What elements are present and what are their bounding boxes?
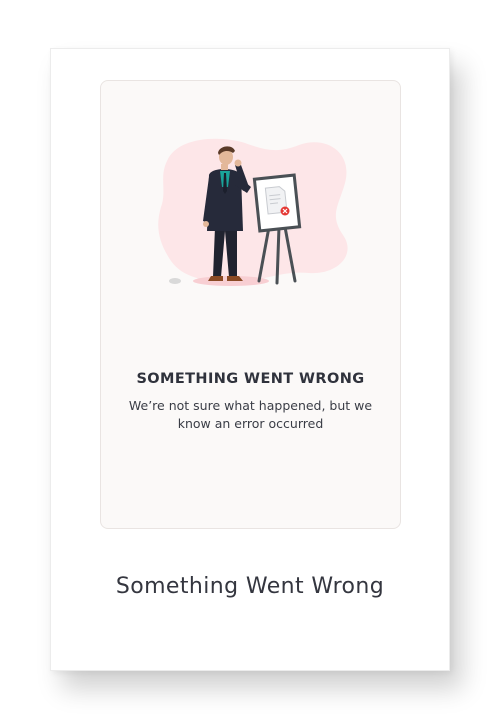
- error-panel: SOMETHING WENT WRONG We’re not sure what…: [100, 80, 401, 529]
- error-illustration: [158, 138, 348, 286]
- card-title: Something Went Wrong: [115, 574, 385, 599]
- error-card: SOMETHING WENT WRONG We’re not sure what…: [50, 48, 450, 671]
- error-description: We’re not sure what happened, but we kno…: [128, 398, 373, 431]
- error-badge-icon: [280, 206, 290, 216]
- error-heading: SOMETHING WENT WRONG: [136, 371, 365, 387]
